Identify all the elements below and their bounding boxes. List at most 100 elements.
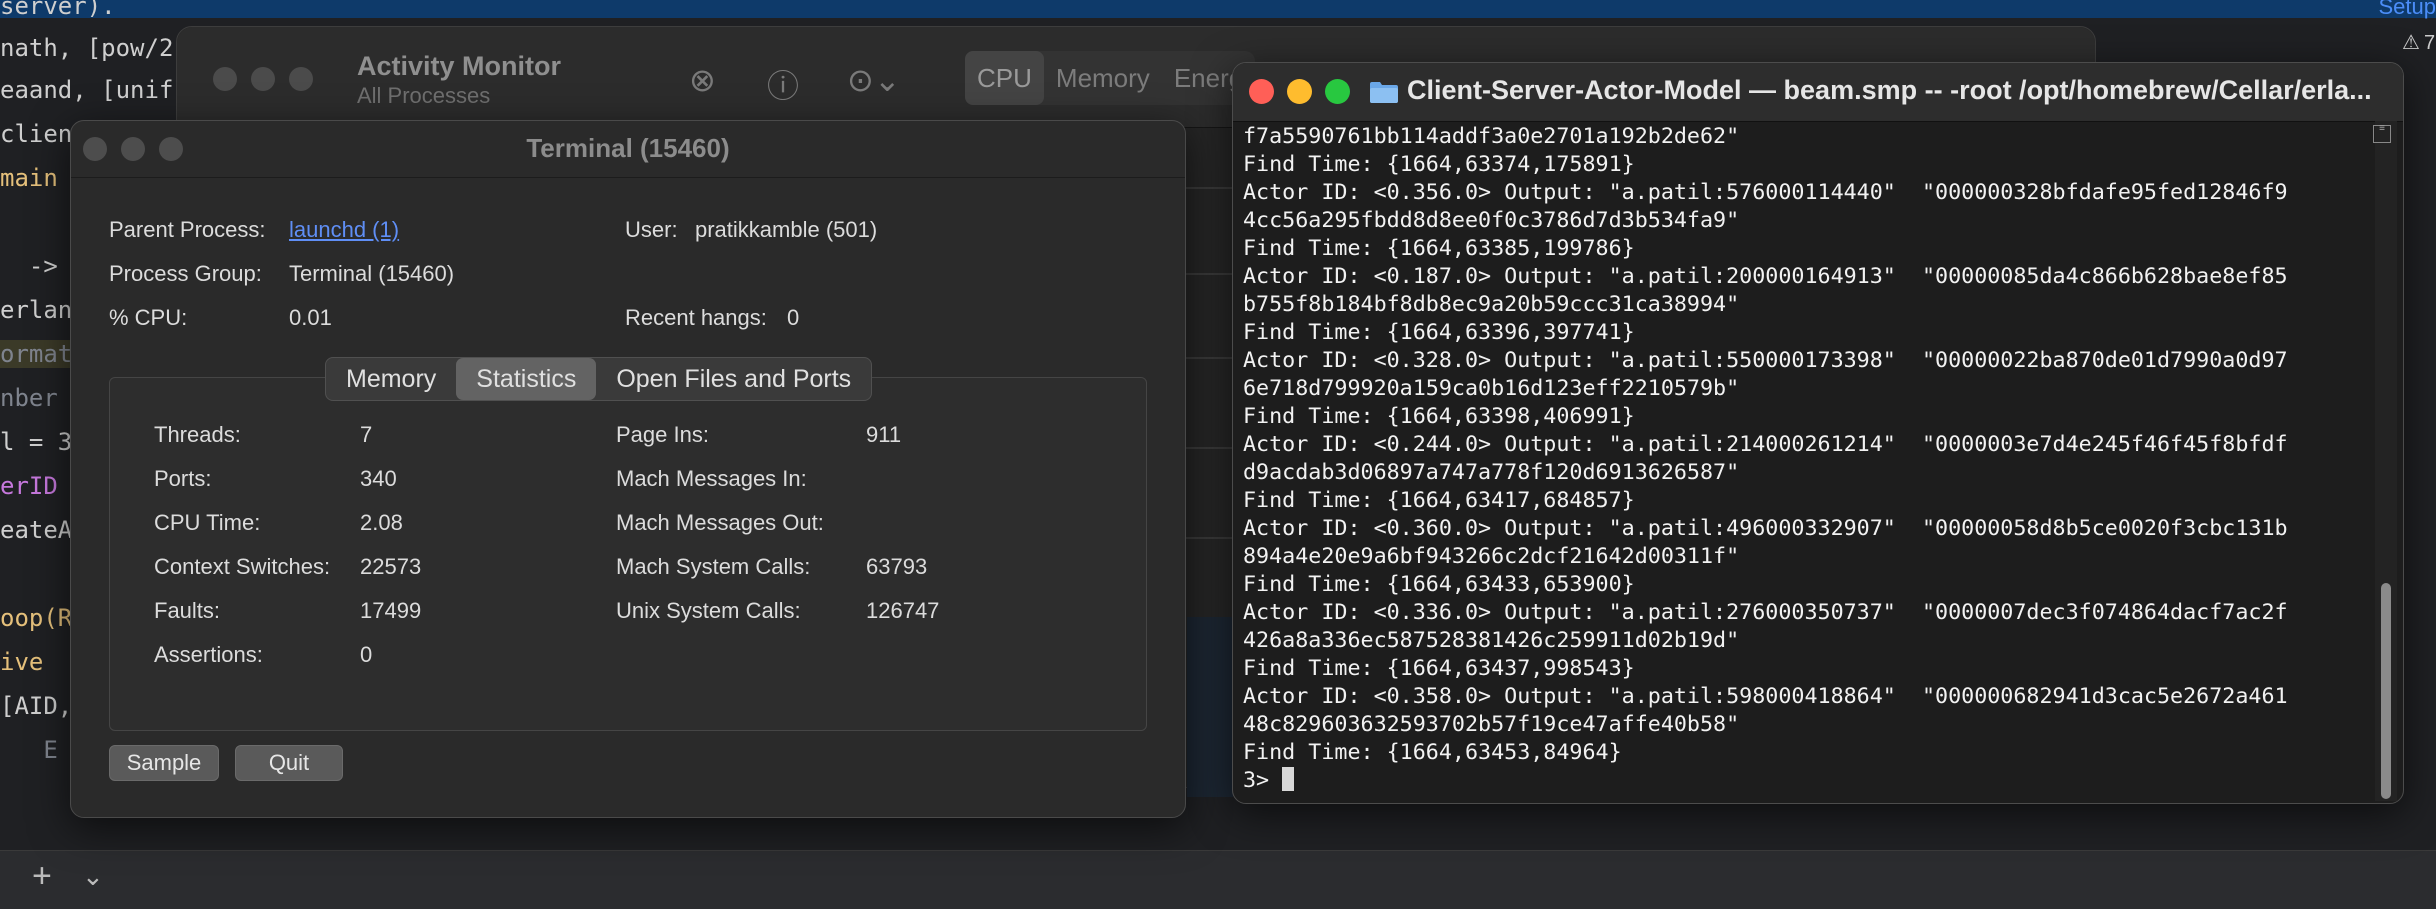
terminal-line: Actor ID: <0.336.0> Output: "a.patil:276…	[1243, 599, 2373, 627]
stat-label: Unix System Calls:	[616, 598, 801, 624]
terminal-line: Find Time: {1664,63437,998543}	[1243, 655, 2373, 683]
parent-process-label: Parent Process:	[109, 217, 266, 243]
inspector-titlebar: Terminal (15460)	[71, 121, 1185, 178]
terminal-line: f7a5590761bb114addf3a0e2701a192b2de62"	[1243, 123, 2373, 151]
activity-monitor-subtitle: All Processes	[357, 83, 490, 109]
code-line: l = 3	[0, 428, 72, 456]
code-line: main	[0, 164, 58, 192]
process-inspector-window: Terminal (15460) Parent Process: launchd…	[70, 120, 1186, 818]
code-line: erID	[0, 472, 58, 500]
user-label: User:	[625, 217, 678, 243]
tab-memory[interactable]: Memory	[326, 358, 456, 400]
terminal-line: Actor ID: <0.360.0> Output: "a.patil:496…	[1243, 515, 2373, 543]
terminal-line: Find Time: {1664,63433,653900}	[1243, 571, 2373, 599]
terminal-prompt[interactable]: 3>	[1243, 767, 2373, 795]
terminal-line: Actor ID: <0.358.0> Output: "a.patil:598…	[1243, 683, 2373, 711]
terminal-line: Actor ID: <0.187.0> Output: "a.patil:200…	[1243, 263, 2373, 291]
process-group-label: Process Group:	[109, 261, 262, 287]
scrollbar-thumb[interactable]	[2381, 583, 2391, 799]
cpu-value: 0.01	[289, 305, 332, 331]
text-cursor	[1282, 767, 1294, 791]
activity-monitor-tabs: CPU Memory Energ	[965, 51, 1255, 105]
terminal-line: Find Time: {1664,63396,397741}	[1243, 319, 2373, 347]
terminal-line: 4cc56a295fbdd8d8ee0f0c3786d7d3b534fa9"	[1243, 207, 2373, 235]
warning-count: 7	[2424, 32, 2435, 54]
terminal-title: Client-Server-Actor-Model — beam.smp -- …	[1407, 75, 2372, 106]
cpu-graph	[1187, 617, 1233, 797]
code-line: [AID,	[0, 692, 72, 720]
user-value: pratikkamble (501)	[695, 217, 877, 243]
terminal-line: Find Time: {1664,63453,84964}	[1243, 739, 2373, 767]
tab-statistics[interactable]: Statistics	[456, 358, 596, 400]
setup-link[interactable]: Setup	[2379, 0, 2436, 20]
quit-button[interactable]: Quit	[235, 745, 343, 781]
stat-label: Threads:	[154, 422, 241, 448]
terminal-line: Find Time: {1664,63417,684857}	[1243, 487, 2373, 515]
terminal-line: Find Time: {1664,63385,199786}	[1243, 235, 2373, 263]
close-button[interactable]	[1249, 79, 1274, 104]
stat-value: 22573	[360, 554, 421, 580]
tab-cpu[interactable]: CPU	[965, 51, 1044, 105]
stat-label: CPU Time:	[154, 510, 260, 536]
code-line: erlan	[0, 296, 72, 324]
terminal-line: 894a4e20e9a6bf943266c2dcf21642d00311f"	[1243, 543, 2373, 571]
activity-monitor-title: Activity Monitor	[357, 51, 561, 82]
terminal-line: Actor ID: <0.356.0> Output: "a.patil:576…	[1243, 179, 2373, 207]
terminal-output[interactable]: f7a5590761bb114addf3a0e2701a192b2de62"Fi…	[1243, 123, 2373, 795]
sample-button[interactable]: Sample	[109, 745, 219, 781]
stat-label: Assertions:	[154, 642, 263, 668]
inspector-tab-control: Memory Statistics Open Files and Ports	[325, 357, 872, 401]
warning-indicator[interactable]: ⚠7	[2402, 30, 2435, 55]
minimize-button[interactable]	[1287, 79, 1312, 104]
code-line: ->	[0, 252, 58, 280]
stat-label: Faults:	[154, 598, 220, 624]
folder-icon	[1369, 80, 1399, 104]
terminal-line: 6e718d799920a159ca0b16d123eff2210579b"	[1243, 375, 2373, 403]
scroll-menu-icon[interactable]: ≡	[2373, 125, 2391, 143]
stat-value: 17499	[360, 598, 421, 624]
terminal-line: Find Time: {1664,63374,175891}	[1243, 151, 2373, 179]
inspector-title: Terminal (15460)	[71, 133, 1185, 164]
terminal-titlebar: Client-Server-Actor-Model — beam.smp -- …	[1233, 63, 2403, 122]
stat-value: 63793	[866, 554, 927, 580]
statistics-panel: Threads:7Ports:340CPU Time:2.08Context S…	[109, 377, 1147, 731]
code-line: ive	[0, 648, 43, 676]
terminal-line: Actor ID: <0.328.0> Output: "a.patil:550…	[1243, 347, 2373, 375]
stat-value: 126747	[866, 598, 939, 624]
tab-memory[interactable]: Memory	[1044, 51, 1162, 105]
recent-hangs-value: 0	[787, 305, 799, 331]
terminal-line: b755f8b184bf8db8ec9a20b59ccc31ca38994"	[1243, 291, 2373, 319]
code-line: nber	[0, 384, 58, 412]
tab-open-files-and-ports[interactable]: Open Files and Ports	[596, 358, 871, 400]
code-line: oop(R	[0, 604, 72, 632]
code-line: E	[0, 736, 58, 764]
cpu-label: % CPU:	[109, 305, 187, 331]
stat-value: 0	[360, 642, 372, 668]
code-line: eateA	[0, 516, 72, 544]
parent-process-link[interactable]: launchd (1)	[289, 217, 399, 243]
stat-value: 2.08	[360, 510, 403, 536]
editor-bottom-bar: + ⌄	[0, 850, 2436, 909]
close-button[interactable]	[213, 67, 237, 91]
zoom-button[interactable]	[1325, 79, 1350, 104]
info-icon[interactable]: ⓘ	[767, 61, 799, 107]
zoom-button[interactable]	[289, 67, 313, 91]
more-options-icon[interactable]: ⊙⌄	[847, 61, 901, 99]
terminal-line: Actor ID: <0.244.0> Output: "a.patil:214…	[1243, 431, 2373, 459]
process-group-value: Terminal (15460)	[289, 261, 454, 287]
stat-label: Mach System Calls:	[616, 554, 810, 580]
chevron-down-icon[interactable]: ⌄	[82, 861, 104, 892]
stat-label: Mach Messages Out:	[616, 510, 824, 536]
code-line: server).	[0, 0, 116, 20]
minimize-button[interactable]	[251, 67, 275, 91]
prompt-text: 3>	[1243, 768, 1282, 793]
terminal-line: d9acdab3d06897a747a778f120d6913626587"	[1243, 459, 2373, 487]
terminal-line: Find Time: {1664,63398,406991}	[1243, 403, 2373, 431]
terminal-window: Client-Server-Actor-Model — beam.smp -- …	[1232, 62, 2404, 804]
add-icon[interactable]: +	[32, 857, 52, 896]
code-line: nath, [pow/2	[0, 34, 173, 62]
stop-process-icon[interactable]: ⊗	[689, 61, 716, 99]
code-line: ormat	[0, 340, 80, 368]
terminal-line: 48c829603632593702b57f19ce47affe40b58"	[1243, 711, 2373, 739]
warning-icon: ⚠	[2402, 32, 2420, 54]
